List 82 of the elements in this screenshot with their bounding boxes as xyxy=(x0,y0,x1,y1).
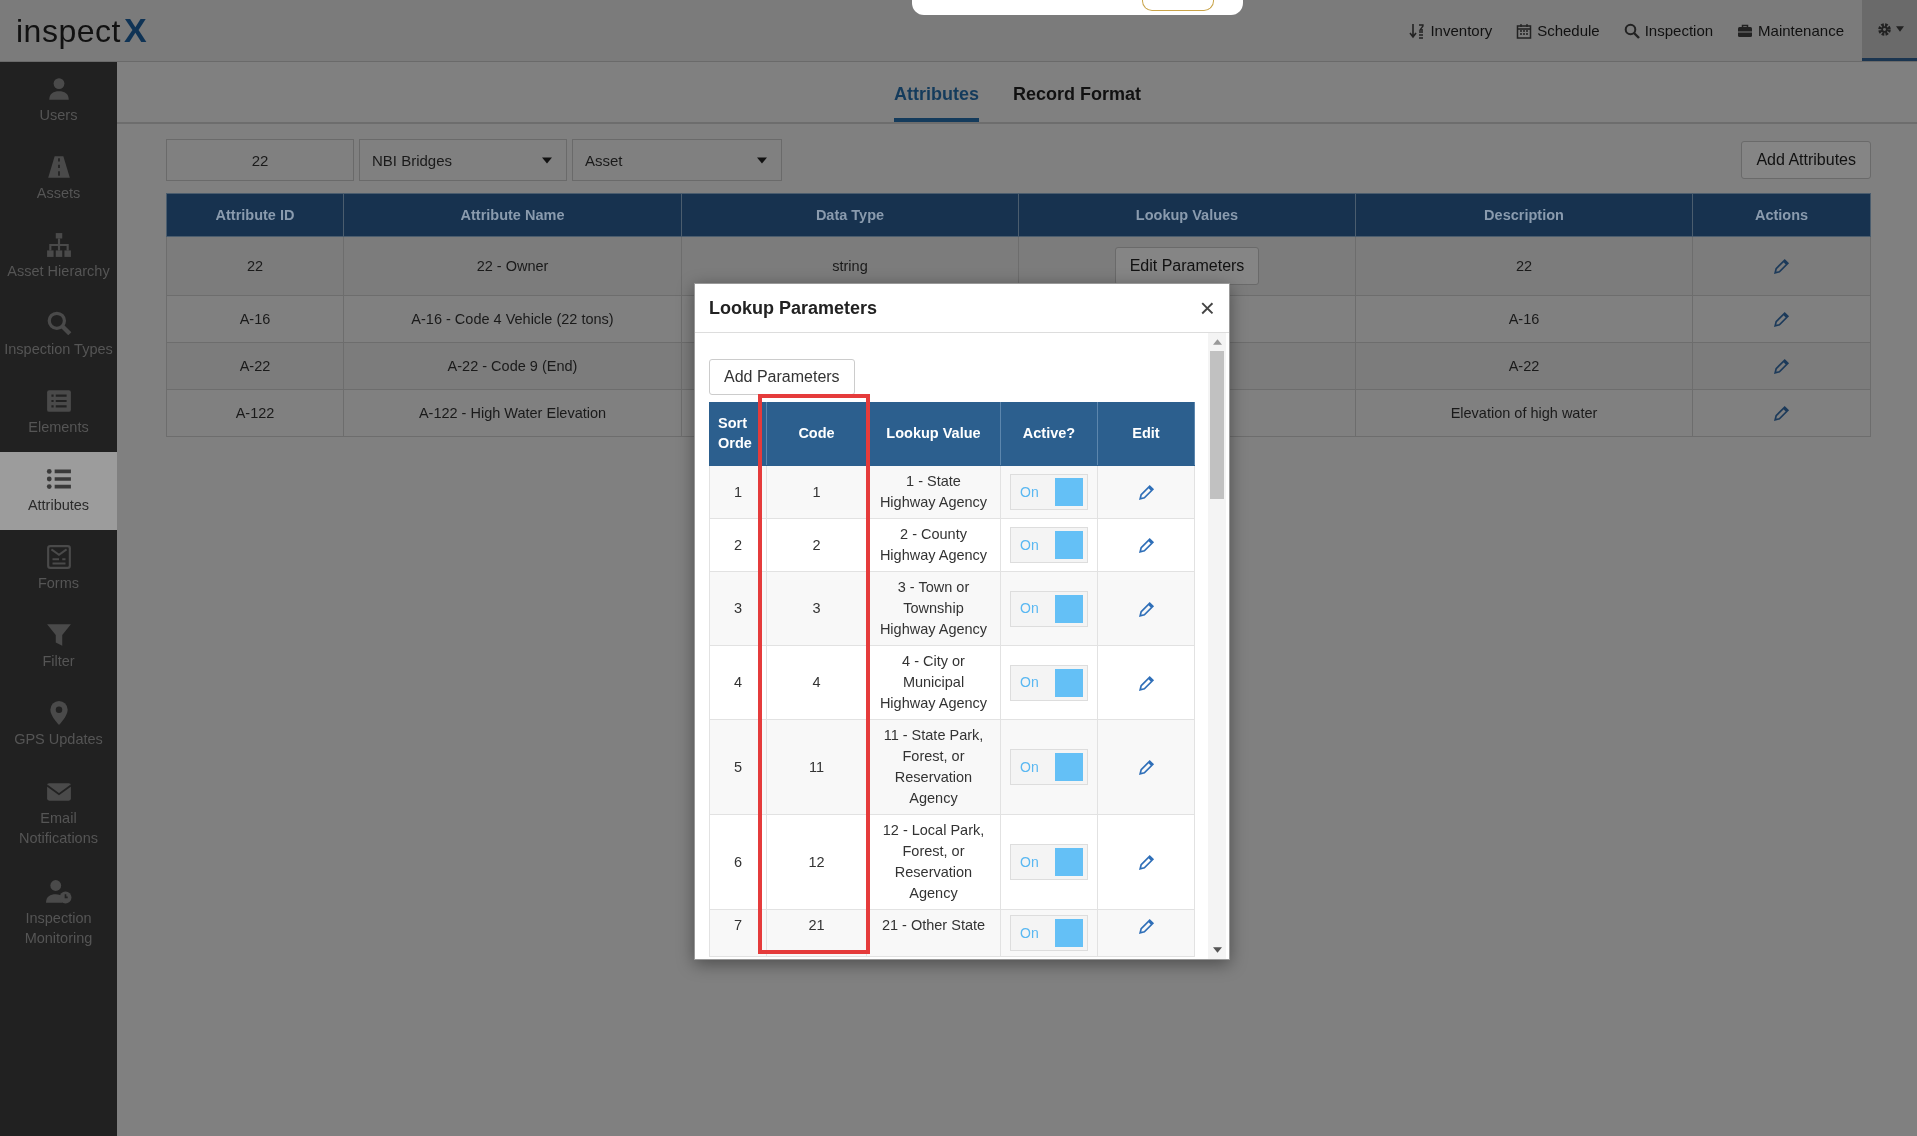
nav-link[interactable]: Inspection xyxy=(1611,0,1726,61)
scroll-down-icon[interactable] xyxy=(1212,947,1222,953)
column-header: Attribute Name xyxy=(343,193,682,237)
table-cell: 22 xyxy=(166,236,344,296)
edit-icon[interactable] xyxy=(1137,674,1155,692)
sidebar-item[interactable]: Attributes xyxy=(0,452,117,530)
toggle-switch[interactable]: On xyxy=(1010,915,1088,951)
table-cell: 5 xyxy=(709,719,767,815)
column-header: Lookup Values xyxy=(1018,193,1356,237)
table-cell: A-122 - High Water Elevation xyxy=(343,389,682,437)
app-logo: inspectX xyxy=(15,11,148,50)
hierarchy-icon xyxy=(45,232,72,259)
table-cell: string xyxy=(832,258,868,274)
table-cell: 21 - Other State xyxy=(866,909,1001,957)
calendar-icon xyxy=(1516,22,1533,39)
table-cell: 22 xyxy=(1355,236,1693,296)
road-icon xyxy=(45,154,72,181)
table-cell: 11 xyxy=(766,719,867,815)
column-header: Active? xyxy=(1000,402,1098,466)
column-header: Actions xyxy=(1692,193,1871,237)
edit-icon[interactable] xyxy=(1137,759,1155,777)
column-header: Edit xyxy=(1097,402,1195,466)
list-icon xyxy=(45,388,72,415)
add-attributes-button[interactable]: Add Attributes xyxy=(1741,141,1871,179)
sort-icon xyxy=(1409,22,1426,39)
toggle-switch[interactable]: On xyxy=(1010,474,1088,510)
id-field[interactable]: 22 xyxy=(166,139,354,181)
scrollbar[interactable] xyxy=(1208,333,1226,959)
dataset-dropdown[interactable]: NBI Bridges xyxy=(359,139,567,181)
toggle-switch[interactable]: On xyxy=(1010,844,1088,880)
toggle-switch[interactable]: On xyxy=(1010,664,1088,701)
column-header: Attribute ID xyxy=(166,193,344,237)
table-cell: 22 - Owner xyxy=(343,236,682,296)
edit-icon[interactable] xyxy=(1137,917,1155,935)
tab[interactable]: Attributes xyxy=(894,70,979,122)
table-cell: 3 xyxy=(766,571,867,646)
table-cell: A-16 - Code 4 Vehicle (22 tons) xyxy=(343,295,682,343)
dialog-title: Lookup Parameters xyxy=(709,297,878,319)
edit-icon[interactable] xyxy=(1773,404,1790,422)
user-clock-icon xyxy=(45,879,72,906)
close-button[interactable]: × xyxy=(1195,295,1219,321)
table-cell: A-22 - Code 9 (End) xyxy=(343,342,682,390)
toggle-switch[interactable]: On xyxy=(1010,749,1088,785)
table-cell: A-22 xyxy=(166,342,344,390)
toggle-switch[interactable]: On xyxy=(1010,527,1088,563)
table-cell: A-16 xyxy=(1355,295,1693,343)
caret-icon xyxy=(542,156,552,164)
search-icon xyxy=(1623,22,1640,39)
table-cell: A-22 xyxy=(1355,342,1693,390)
edit-parameters-button[interactable]: Edit Parameters xyxy=(1114,247,1260,285)
nav-link[interactable]: Inventory xyxy=(1397,0,1505,61)
gear-icon xyxy=(1875,20,1893,38)
briefcase-icon xyxy=(1737,22,1754,39)
caret-icon xyxy=(1895,26,1904,32)
form-icon xyxy=(45,544,72,571)
settings-button[interactable] xyxy=(1862,0,1917,61)
table-cell: A-122 xyxy=(166,389,344,437)
edit-icon[interactable] xyxy=(1773,310,1790,328)
edit-icon[interactable] xyxy=(1137,537,1155,555)
add-parameters-button[interactable]: Add Parameters xyxy=(709,359,855,395)
edit-icon[interactable] xyxy=(1773,357,1790,375)
table-cell: A-16 xyxy=(166,295,344,343)
table-cell: 3 xyxy=(709,571,767,646)
column-header: Sort Orde xyxy=(709,402,767,466)
edit-icon[interactable] xyxy=(1137,600,1155,618)
edit-icon[interactable] xyxy=(1137,484,1155,502)
level-dropdown[interactable]: Asset xyxy=(572,139,782,181)
edit-icon[interactable] xyxy=(1137,854,1155,872)
toggle-switch[interactable]: On xyxy=(1010,590,1088,627)
column-header: Code xyxy=(766,402,867,466)
nav-link[interactable]: Schedule xyxy=(1504,0,1612,61)
scroll-thumb[interactable] xyxy=(1210,351,1224,499)
caret-icon xyxy=(757,156,767,164)
nav-link[interactable]: Maintenance xyxy=(1725,0,1856,61)
edit-icon[interactable] xyxy=(1773,257,1790,275)
column-header: Data Type xyxy=(681,193,1019,237)
search-icon xyxy=(45,310,72,337)
table-cell: Elevation of high water xyxy=(1355,389,1693,437)
tab[interactable]: Record Format xyxy=(1013,70,1141,122)
scroll-up-icon[interactable] xyxy=(1212,339,1222,345)
table-cell: 1 xyxy=(766,465,867,519)
column-header: Description xyxy=(1355,193,1693,237)
